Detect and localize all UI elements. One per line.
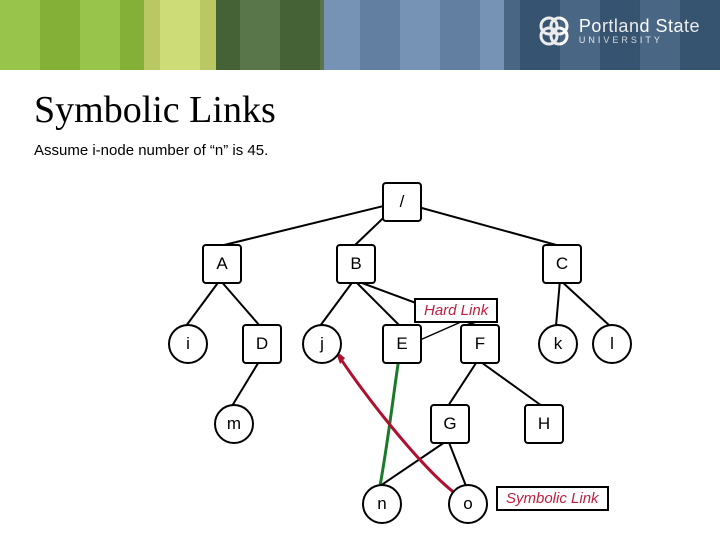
node-l: l xyxy=(592,324,632,364)
brand-name: Portland State xyxy=(579,17,700,36)
node-j: j xyxy=(302,324,342,364)
symbolic-link-label: Symbolic Link xyxy=(496,486,609,511)
hard-link-label: Hard Link xyxy=(414,298,498,323)
node-D: D xyxy=(242,324,282,364)
brand-logo: Portland State UNIVERSITY xyxy=(537,14,700,48)
node-i: i xyxy=(168,324,208,364)
brand-sub: UNIVERSITY xyxy=(579,36,700,45)
slide-title: Symbolic Links xyxy=(34,88,720,132)
node-k: k xyxy=(538,324,578,364)
brand-text: Portland State UNIVERSITY xyxy=(579,17,700,45)
node-root: / xyxy=(382,182,422,222)
header-banner: Portland State UNIVERSITY xyxy=(0,0,720,70)
node-E: E xyxy=(382,324,422,364)
tree-diagram: / A B C i D j E F k l m G H n o Hard Lin… xyxy=(0,180,720,540)
node-F: F xyxy=(460,324,500,364)
node-A: A xyxy=(202,244,242,284)
node-o: o xyxy=(448,484,488,524)
node-C: C xyxy=(542,244,582,284)
node-G: G xyxy=(430,404,470,444)
node-H: H xyxy=(524,404,564,444)
interlock-icon xyxy=(537,14,571,48)
node-m: m xyxy=(214,404,254,444)
node-B: B xyxy=(336,244,376,284)
slide-subtitle: Assume i-node number of “n” is 45. xyxy=(34,142,720,159)
node-n: n xyxy=(362,484,402,524)
